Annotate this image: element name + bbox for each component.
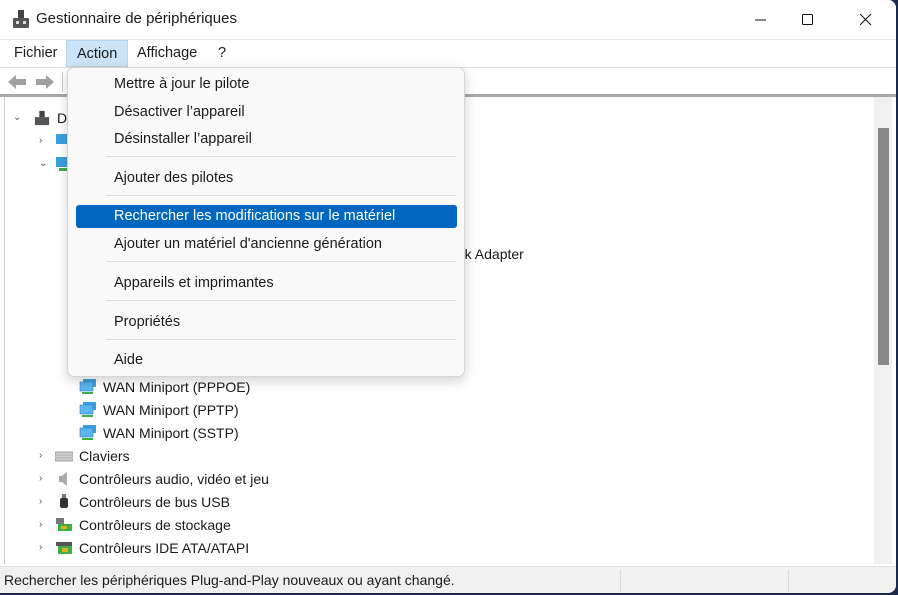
chevron-right-icon[interactable]: › [39, 537, 42, 559]
chevron-right-icon[interactable]: › [39, 514, 42, 536]
window-title: Gestionnaire de périphériques [36, 10, 237, 27]
minimize-icon [755, 19, 766, 20]
minimize-button[interactable] [738, 0, 784, 39]
action-menu: Mettre à jour le pilote Désactiver l’app… [67, 67, 465, 377]
menu-item-disable-device[interactable]: Désactiver l’appareil [76, 101, 457, 124]
menu-separator [106, 261, 456, 262]
menu-separator [106, 156, 456, 157]
toolbar-divider [62, 72, 63, 92]
menu-separator [106, 195, 456, 196]
chevron-right-icon[interactable]: › [39, 491, 42, 513]
menu-item-add-legacy-hardware[interactable]: Ajouter un matériel d'ancienne génératio… [76, 233, 457, 256]
menu-item-uninstall-device[interactable]: Désinstaller l’appareil [76, 128, 457, 151]
tree-item-ide[interactable]: › Contrôleurs IDE ATA/ATAPI [39, 537, 249, 559]
tree-item-partial[interactable]: rk Adapter [460, 243, 524, 265]
close-icon [860, 13, 872, 25]
forward-arrow-icon[interactable] [35, 74, 55, 90]
tree-item-wan-pptp[interactable]: WAN Miniport (PPTP) [79, 399, 239, 421]
vertical-scrollbar[interactable] [874, 97, 892, 564]
tree-item-usb[interactable]: › Contrôleurs de bus USB [39, 491, 230, 513]
usb-icon [60, 494, 68, 508]
chevron-down-icon[interactable]: ⌄ [13, 107, 21, 129]
menu-help[interactable]: ? [208, 40, 236, 67]
close-button[interactable] [843, 0, 889, 39]
title-bar: Gestionnaire de périphériques [0, 0, 896, 39]
maximize-button[interactable] [785, 0, 831, 39]
chevron-right-icon[interactable]: › [39, 468, 42, 490]
tree-item-wan-pppoe[interactable]: WAN Miniport (PPPOE) [79, 376, 250, 398]
maximize-icon [802, 13, 813, 25]
computer-icon [34, 110, 50, 126]
tree-item-audio[interactable]: › Contrôleurs audio, vidéo et jeu [39, 468, 269, 490]
status-bar: Rechercher les périphériques Plug-and-Pl… [0, 566, 896, 593]
menu-item-properties[interactable]: Propriétés [76, 311, 457, 334]
ide-controller-icon [56, 542, 72, 554]
menu-bar: Fichier Action Affichage ? [0, 39, 896, 67]
menu-affichage[interactable]: Affichage [127, 40, 207, 67]
menu-item-help[interactable]: Aide [76, 349, 457, 372]
menu-item-add-drivers[interactable]: Ajouter des pilotes [76, 167, 457, 190]
menu-fichier[interactable]: Fichier [4, 40, 68, 67]
chevron-right-icon[interactable]: › [39, 445, 42, 467]
keyboard-icon [55, 451, 73, 462]
device-manager-window: Gestionnaire de périphériques Fichier Ac… [0, 0, 896, 593]
menu-separator [106, 339, 456, 340]
scrollbar-thumb[interactable] [878, 128, 889, 365]
menu-item-update-driver[interactable]: Mettre à jour le pilote [76, 73, 457, 96]
tree-item-wan-sstp[interactable]: WAN Miniport (SSTP) [79, 422, 239, 444]
tree-root[interactable]: ⌄ D [5, 107, 67, 129]
status-divider [788, 570, 789, 592]
menu-separator [106, 300, 456, 301]
menu-action[interactable]: Action [66, 40, 129, 67]
network-adapter-icon [79, 425, 96, 440]
tree-item-stockage[interactable]: › Contrôleurs de stockage [39, 514, 231, 536]
network-adapter-icon [79, 379, 96, 394]
back-arrow-icon[interactable] [7, 74, 27, 90]
menu-item-scan-hardware-changes[interactable]: Rechercher les modifications sur le maté… [76, 205, 457, 228]
device-manager-icon [13, 10, 29, 28]
storage-controller-icon [56, 518, 72, 531]
status-divider [620, 570, 621, 592]
menu-item-devices-printers[interactable]: Appareils et imprimantes [76, 272, 457, 295]
network-adapter-icon [79, 402, 96, 417]
tree-item-claviers[interactable]: › Claviers [39, 445, 130, 467]
tree-root-label: D [57, 110, 68, 126]
speaker-icon [59, 472, 67, 486]
status-text: Rechercher les périphériques Plug-and-Pl… [4, 572, 455, 588]
